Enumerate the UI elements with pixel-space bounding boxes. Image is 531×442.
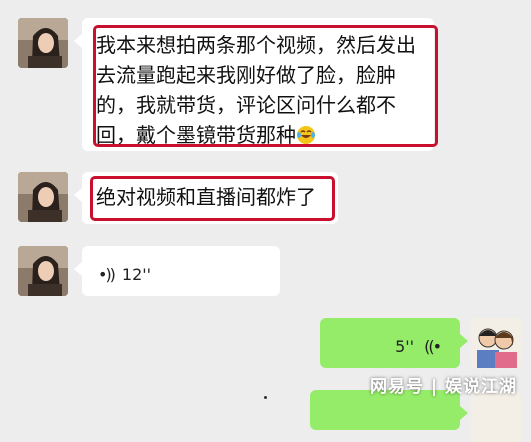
voice-wave-icon: •))	[98, 265, 116, 284]
message-text-line-2: 去流量跑起来我刚好做了脸，脸肿	[96, 63, 396, 87]
message-text-line-3: 的，我就带货，评论区问什么都不	[96, 93, 396, 117]
message-text-line-4: 回，戴个墨镜带货那种	[96, 120, 420, 150]
voice-duration: 5''	[395, 337, 415, 356]
voice-message-content: •)) 12''	[98, 260, 151, 290]
message-bubble-2[interactable]: 绝对视频和直播间都炸了	[74, 172, 338, 224]
message-text-line-1: 我本来想拍两条那个视频，然后发出	[96, 33, 416, 57]
avatar-self-image	[471, 318, 521, 368]
avatar-other[interactable]	[18, 18, 68, 68]
voice-duration: 12''	[121, 265, 152, 284]
voice-message-content: 5'' ((•	[395, 332, 442, 362]
voice-wave-icon: ((•	[424, 337, 442, 356]
avatar-other[interactable]	[18, 246, 68, 296]
avatar-other[interactable]	[18, 172, 68, 222]
grinning-tears-emoji	[297, 126, 315, 144]
avatar-other-image	[18, 246, 68, 296]
voice-message-bubble-2[interactable]: 5'' ((•	[320, 318, 468, 368]
watermark: 网易号 | 娱说江湖	[369, 377, 517, 397]
avatar-other-image	[18, 18, 68, 68]
dot-marker	[264, 396, 267, 399]
voice-message-bubble-1[interactable]: •)) 12''	[74, 246, 280, 296]
message-bubble-1[interactable]: 我本来想拍两条那个视频，然后发出 去流量跑起来我刚好做了脸，脸肿 的，我就带货，…	[74, 18, 434, 151]
avatar-self[interactable]	[471, 318, 521, 368]
avatar-other-image	[18, 172, 68, 222]
avatar-self[interactable]	[471, 392, 521, 442]
message-text: 绝对视频和直播间都炸了	[96, 185, 316, 209]
